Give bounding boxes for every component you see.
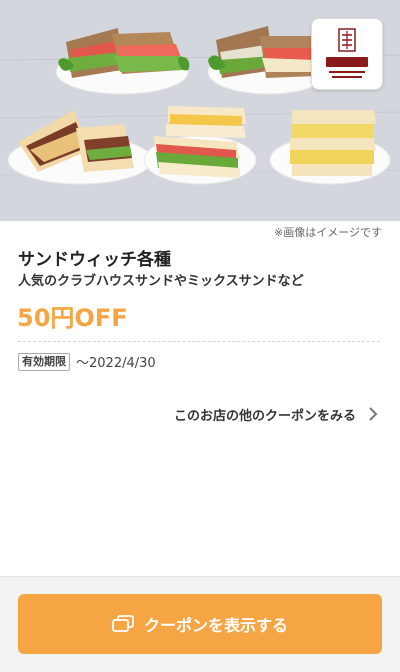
- coupon-description: 人気のクラブハウスサンドやミックスサンドなど: [18, 274, 304, 289]
- validity-date: 〜2022/4/30: [76, 356, 156, 371]
- hero-image: [0, 0, 400, 221]
- show-coupon-button[interactable]: クーポンを表示する: [18, 594, 382, 654]
- more-coupons-label: このお店の他のクーポンをみる: [173, 408, 356, 424]
- show-coupon-label: クーポンを表示する: [143, 616, 288, 635]
- coupon-title: サンドウィッチ各種: [18, 250, 171, 270]
- chevron-right-icon: [369, 407, 378, 421]
- coupon-cards-icon: [112, 615, 134, 632]
- image-caption: ※画像はイメージです: [274, 226, 382, 239]
- ueshima-coffee-logo-icon: [311, 18, 383, 90]
- validity-label-badge: 有効期限: [18, 353, 70, 371]
- dashed-divider: [18, 341, 380, 342]
- discount-amount: 50円OFF: [17, 304, 128, 332]
- more-coupons-link[interactable]: このお店の他のクーポンをみる: [174, 402, 378, 426]
